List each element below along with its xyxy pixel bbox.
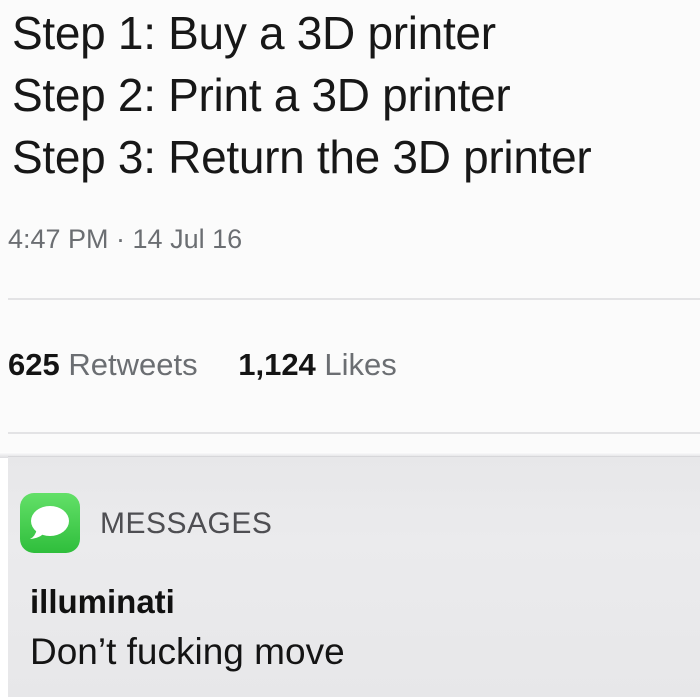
tweet-text: Step 1: Buy a 3D printer Step 2: Print a…: [12, 2, 700, 188]
speech-bubble-icon: [30, 506, 69, 539]
divider: [8, 432, 700, 434]
notification-message: Don’t fucking move: [30, 631, 345, 672]
tweet-stats: 625 Retweets 1,124 Likes: [8, 347, 397, 383]
tweet-card: Step 1: Buy a 3D printer Step 2: Print a…: [0, 0, 700, 452]
notification-app-name: MESSAGES: [100, 507, 273, 540]
tweet-line-1: Step 1: Buy a 3D printer: [12, 7, 496, 59]
likes-stat[interactable]: 1,124 Likes: [238, 347, 397, 383]
notification-sender: illuminati: [30, 583, 175, 620]
retweets-stat[interactable]: 625 Retweets: [8, 347, 198, 383]
retweets-count: 625: [8, 347, 60, 382]
retweets-label: Retweets: [68, 347, 198, 382]
message-notification[interactable]: MESSAGES illuminati Don’t fucking move: [8, 456, 700, 697]
likes-count: 1,124: [238, 347, 316, 382]
likes-label: Likes: [324, 347, 397, 382]
tweet-line-2: Step 2: Print a 3D printer: [12, 69, 511, 121]
tweet-line-3: Step 3: Return the 3D printer: [12, 131, 592, 183]
divider: [8, 298, 700, 300]
tweet-timestamp: 4:47 PM · 14 Jul 16: [8, 224, 243, 254]
messages-app-icon: [20, 493, 80, 553]
